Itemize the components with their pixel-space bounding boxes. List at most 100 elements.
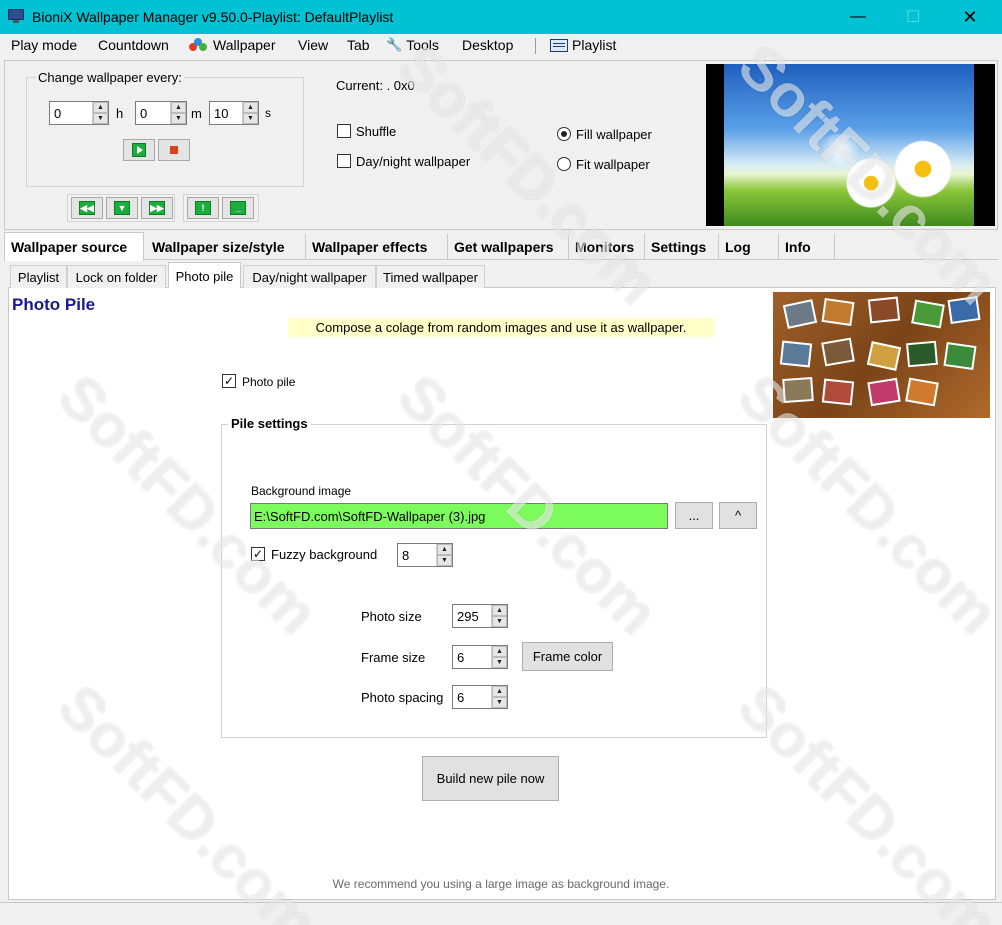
menu-label: View: [298, 37, 329, 53]
down-button[interactable]: ▼: [106, 197, 138, 219]
browse-button[interactable]: ...: [675, 502, 713, 529]
spin-down-icon[interactable]: ▼: [93, 113, 108, 124]
minimize-button[interactable]: —: [835, 0, 881, 34]
tab-monitors[interactable]: Monitors: [569, 234, 645, 260]
menu-view[interactable]: View: [298, 37, 328, 53]
subtab-day-night-wallpaper[interactable]: Day/night wallpaper: [243, 265, 376, 288]
stop-button[interactable]: [158, 139, 190, 161]
photo-size-spinner[interactable]: 295 ▲ ▼: [452, 604, 508, 628]
description-hint: Compose a colage from random images and …: [288, 318, 714, 337]
spin-down-icon[interactable]: ▼: [171, 113, 186, 124]
fit-wallpaper-label: Fit wallpaper: [576, 157, 650, 172]
tab-info[interactable]: Info: [779, 234, 835, 260]
subtab-photo-pile[interactable]: Photo pile: [168, 262, 241, 289]
subtab-playlist[interactable]: Playlist: [10, 265, 67, 288]
tab-get-wallpapers[interactable]: Get wallpapers: [448, 234, 569, 260]
hours-unit: h: [116, 106, 124, 121]
minimize-tray-button[interactable]: _: [222, 197, 254, 219]
seconds-value: 10: [214, 105, 229, 121]
rewind-icon: ◀◀: [79, 201, 95, 215]
daynight-label: Day/night wallpaper: [356, 154, 471, 169]
menu-tab[interactable]: Tab: [347, 37, 370, 53]
hours-spinner[interactable]: 0 ▲ ▼: [49, 101, 109, 125]
spin-up-icon[interactable]: ▲: [492, 686, 507, 697]
spin-down-icon[interactable]: ▼: [492, 697, 507, 708]
spin-up-icon[interactable]: ▲: [243, 102, 258, 113]
spin-up-icon[interactable]: ▲: [93, 102, 108, 113]
next-button[interactable]: ▶▶: [141, 197, 173, 219]
fill-wallpaper-radio[interactable]: [557, 127, 571, 141]
fuzzy-spinner[interactable]: 8 ▲ ▼: [397, 543, 453, 567]
fuzzy-background-label: Fuzzy background: [271, 547, 378, 562]
frame-size-spinner[interactable]: 6 ▲ ▼: [452, 645, 508, 669]
frame-color-button[interactable]: Frame color: [522, 642, 613, 671]
change-every-label: Change wallpaper every:: [36, 70, 184, 85]
spin-down-icon[interactable]: ▼: [492, 616, 507, 627]
photo-size-value: 295: [457, 608, 479, 624]
spin-down-icon[interactable]: ▼: [243, 113, 258, 124]
previous-button[interactable]: ◀◀: [71, 197, 103, 219]
menu-tools[interactable]: 🔧 Tools: [386, 37, 439, 53]
menu-countdown[interactable]: Countdown: [98, 37, 169, 53]
spin-down-icon[interactable]: ▼: [492, 657, 507, 668]
daynight-checkbox[interactable]: [337, 154, 351, 168]
tab-wallpaper-size-style[interactable]: Wallpaper size/style: [146, 234, 306, 260]
tab-log[interactable]: Log: [719, 234, 779, 260]
play-button[interactable]: [123, 139, 155, 161]
menu-label: Desktop: [462, 37, 514, 53]
current-wallpaper-label: Current: . 0x0: [336, 78, 415, 93]
change-wallpaper-group: [26, 77, 304, 187]
photo-spacing-spinner[interactable]: 6 ▲ ▼: [452, 685, 508, 709]
tab-settings[interactable]: Settings: [645, 234, 719, 260]
photo-pile-checkbox[interactable]: ✓: [222, 374, 236, 388]
menu-play-mode[interactable]: Play mode: [11, 37, 77, 53]
build-pile-button[interactable]: Build new pile now: [422, 756, 559, 801]
main-tab-bar: Wallpaper source Wallpaper size/style Wa…: [4, 232, 998, 261]
stop-icon: [170, 146, 178, 154]
menu-desktop[interactable]: Desktop: [462, 37, 513, 53]
subtab-timed-wallpaper[interactable]: Timed wallpaper: [376, 265, 485, 288]
menu-label: Tools: [406, 37, 439, 53]
menu-label: Wallpaper: [213, 37, 276, 53]
subtab-lock-on-folder[interactable]: Lock on folder: [67, 265, 166, 288]
fuzzy-background-checkbox[interactable]: ✓: [251, 547, 265, 561]
sub-tab-bar: Playlist Lock on folder Photo pile Day/n…: [8, 262, 996, 289]
spin-up-icon[interactable]: ▲: [492, 646, 507, 657]
extra-actions-group: ! _: [183, 194, 259, 222]
menu-bar: Play mode Countdown Wallpaper View Tab 🔧…: [0, 34, 1002, 58]
spin-up-icon[interactable]: ▲: [437, 544, 452, 555]
app-monitor-icon: [8, 9, 26, 25]
photo-spacing-value: 6: [457, 689, 465, 705]
pile-settings-title: Pile settings: [228, 416, 311, 431]
fit-wallpaper-radio[interactable]: [557, 157, 571, 171]
photo-size-label: Photo size: [361, 609, 422, 624]
up-button[interactable]: ^: [719, 502, 757, 529]
chevron-down-icon: ▼: [114, 201, 130, 215]
background-image-field[interactable]: E:\SoftFD.com\SoftFD-Wallpaper (3).jpg: [250, 503, 668, 529]
shuffle-checkbox[interactable]: [337, 124, 351, 138]
spin-down-icon[interactable]: ▼: [437, 555, 452, 566]
title-bar: BioniX Wallpaper Manager v9.50.0-Playlis…: [0, 0, 1002, 34]
play-icon: [132, 143, 146, 157]
menu-playlist[interactable]: Playlist: [550, 37, 616, 53]
spin-up-icon[interactable]: ▲: [492, 605, 507, 616]
minutes-spinner[interactable]: 0 ▲ ▼: [135, 101, 187, 125]
tools-icon: 🔧: [386, 37, 403, 52]
maximize-button[interactable]: ☐: [890, 0, 936, 34]
navigation-group: ◀◀ ▼ ▶▶: [67, 194, 175, 222]
exclamation-button[interactable]: !: [187, 197, 219, 219]
recommendation-note: We recommend you using a large image as …: [332, 877, 670, 891]
fast-forward-icon: ▶▶: [149, 201, 165, 215]
seconds-spinner[interactable]: 10 ▲ ▼: [209, 101, 259, 125]
exclamation-icon: !: [195, 201, 211, 215]
hours-value: 0: [54, 105, 62, 121]
seconds-unit: s: [265, 106, 271, 120]
menu-label: Play mode: [11, 37, 78, 53]
tab-wallpaper-source[interactable]: Wallpaper source: [4, 232, 144, 261]
frame-size-value: 6: [457, 649, 465, 665]
spin-up-icon[interactable]: ▲: [171, 102, 186, 113]
menu-wallpaper[interactable]: Wallpaper: [189, 37, 276, 53]
close-button[interactable]: ✕: [947, 0, 993, 34]
menu-label: Tab: [347, 37, 370, 53]
tab-wallpaper-effects[interactable]: Wallpaper effects: [306, 234, 448, 260]
